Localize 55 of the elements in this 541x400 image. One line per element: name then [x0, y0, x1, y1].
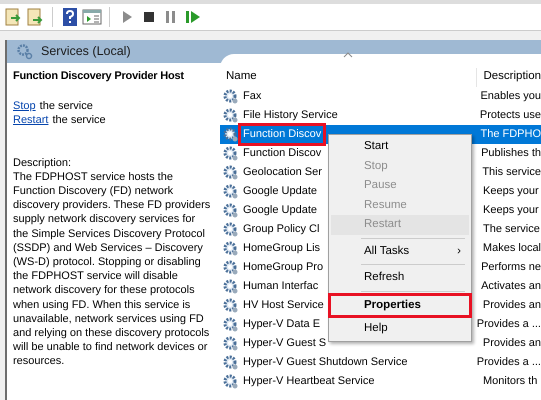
service-description: Provides a ...	[476, 355, 541, 370]
service-name[interactable]: Fax	[241, 88, 264, 105]
service-name[interactable]: Google Update	[241, 183, 319, 200]
service-name[interactable]: Function Discov	[241, 126, 324, 143]
menu-item[interactable]: All Tasks ›	[331, 242, 469, 261]
export-icon	[25, 7, 45, 27]
export-icon	[3, 7, 23, 27]
service-description: Publishes th	[480, 146, 541, 161]
service-name[interactable]: File History Service	[241, 107, 340, 124]
service-name[interactable]: Hyper-V Heartbeat Service	[241, 373, 376, 390]
service-name[interactable]: Google Update	[241, 202, 319, 219]
action-link[interactable]: Stop	[13, 99, 36, 114]
menu-label: All Tasks	[364, 244, 410, 258]
gears-icon	[17, 44, 33, 60]
menu-item[interactable]: Help	[331, 319, 469, 338]
submenu-arrow-icon: ›	[457, 242, 461, 261]
service-description: This service	[481, 165, 541, 180]
menu-item[interactable]: Start	[331, 137, 469, 156]
service-name[interactable]: HomeGroup Pro	[241, 259, 326, 276]
service-description: The FDPHO	[479, 127, 541, 142]
service-description: Enables you	[479, 89, 541, 104]
service-description: Keeps your	[482, 203, 540, 218]
service-description: Performs ne	[480, 260, 541, 275]
column-header[interactable]: Description	[476, 68, 541, 87]
service-name[interactable]: Function Discov	[241, 145, 324, 162]
service-name[interactable]: Hyper-V Guest Shutdown Service	[241, 354, 410, 371]
service-description: Monitors th	[482, 374, 538, 389]
help-icon	[60, 7, 80, 27]
service-name[interactable]: Geolocation Ser	[241, 164, 324, 181]
service-description: Protects use	[478, 108, 541, 123]
menu-item[interactable]: Refresh	[331, 268, 469, 288]
service-description: Keeps your	[482, 184, 540, 199]
column-header[interactable]: Name	[220, 68, 476, 87]
service-name[interactable]: HomeGroup Lis	[241, 240, 322, 257]
panel-title: Services (Local)	[41, 43, 131, 60]
description-text: The FDPHOST service hosts the Function Discovery (FD) network discovery providers. These FD providers supply network discovery services for the Simple Services Discovery Protocol (SSDP) and Web Services – Discovery (WS-D) protocol. Stopping or disabling the FDPHOST service will disable network discovery for these protocols when using FD. When this service is unavailable, network services using FD and relying on these discovery protocols will be unable to find network devices or resources.	[13, 170, 211, 369]
service-name[interactable]: Group Policy Cl	[241, 221, 322, 238]
service-name[interactable]: Human Interfac	[241, 278, 320, 295]
service-description: Activates an	[480, 279, 541, 294]
gear-icon	[222, 126, 239, 143]
service-description: Provides an	[482, 336, 541, 351]
action-text: the service	[52, 113, 106, 128]
description-label: Description:	[13, 156, 72, 170]
action-text: the service	[40, 99, 93, 114]
service-name[interactable]: Hyper-V Data E	[241, 316, 322, 333]
console-icon	[82, 7, 102, 27]
service-description: Makes local	[482, 241, 541, 256]
service-description: Provides an	[482, 298, 541, 313]
service-description: The service	[482, 222, 541, 237]
action-link[interactable]: Restart	[13, 113, 48, 128]
service-name[interactable]: Hyper-V Guest S	[241, 335, 328, 352]
menu-item[interactable]: Properties	[331, 296, 469, 315]
service-name[interactable]: HV Host Service	[241, 297, 326, 314]
service-title: Function Discovery Provider Host	[13, 69, 185, 84]
service-description: Provides a ...	[476, 317, 541, 332]
